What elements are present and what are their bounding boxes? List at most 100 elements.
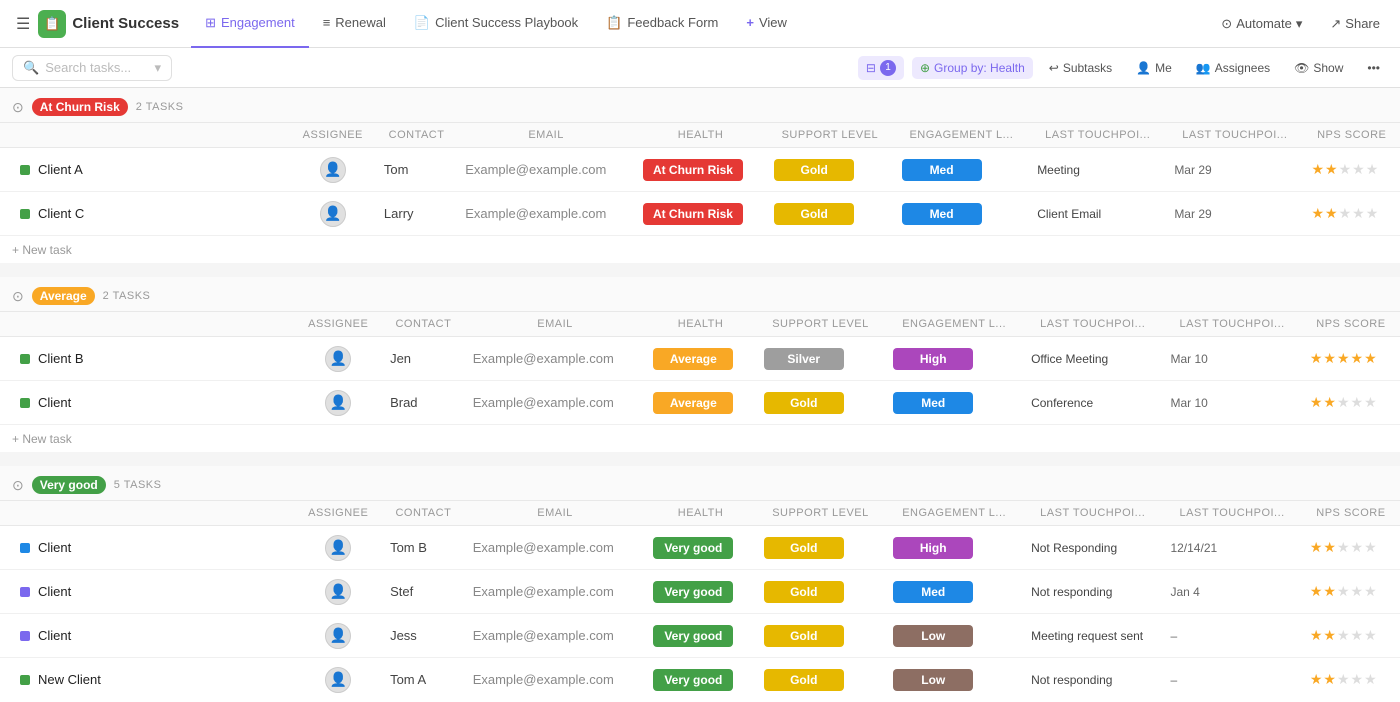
col-header: HEALTH: [635, 123, 766, 148]
filter-button[interactable]: ⊟ 1: [858, 56, 904, 80]
avatar: 👤: [320, 157, 346, 183]
new-task-button[interactable]: + New task: [12, 243, 72, 257]
col-header: EMAIL: [457, 123, 635, 148]
contact-cell: Stef: [382, 570, 465, 614]
section-task-count: 2 TASKS: [103, 290, 151, 302]
section-table-churn: ASSIGNEECONTACTEMAILHEALTHSUPPORT LEVELE…: [0, 123, 1400, 263]
star-filled: ★: [1311, 161, 1324, 178]
tab-engagement[interactable]: ⊞ Engagement: [191, 0, 309, 48]
collapse-icon[interactable]: ⊙: [12, 477, 24, 494]
star-empty: ★: [1351, 671, 1364, 688]
subtasks-icon: ↩: [1049, 61, 1059, 75]
star-empty: ★: [1351, 394, 1364, 411]
nps-cell: ★★★★★: [1302, 614, 1400, 658]
me-button[interactable]: 👤 Me: [1128, 57, 1180, 79]
contact-cell: Brad: [382, 381, 465, 425]
search-box[interactable]: 🔍 Search tasks... ▾: [12, 55, 172, 81]
contact-cell: Jess: [382, 614, 465, 658]
group-by-button[interactable]: ⊕ Group by: Health: [912, 57, 1033, 79]
section-task-count: 2 TASKS: [136, 101, 184, 113]
engagement-cell: Med: [894, 192, 1030, 236]
task-name: Client A: [38, 162, 83, 177]
support-cell: Gold: [766, 148, 893, 192]
collapse-icon[interactable]: ⊙: [12, 288, 24, 305]
support-cell: Gold: [766, 192, 893, 236]
share-button[interactable]: ↗ Share: [1322, 12, 1388, 36]
new-task-button[interactable]: + New task: [12, 432, 72, 446]
col-header: NPS SCORE: [1303, 123, 1400, 148]
health-cell: At Churn Risk: [635, 148, 766, 192]
section-table-verygood: ASSIGNEECONTACTEMAILHEALTHSUPPORT LEVELE…: [0, 501, 1400, 700]
col-header: EMAIL: [465, 312, 646, 337]
table-row[interactable]: Client A 👤 Tom Example@example.com At Ch…: [0, 148, 1400, 192]
star-empty: ★: [1339, 205, 1352, 222]
contact-cell: Tom A: [382, 658, 465, 701]
task-dot: [20, 165, 30, 175]
tab-renewal[interactable]: ≡ Renewal: [309, 0, 400, 48]
assignee-cell: 👤: [290, 148, 376, 192]
engagement-pill: High: [893, 537, 973, 559]
section-header-verygood: ⊙ Very good 5 TASKS: [0, 466, 1400, 501]
avatar-icon: 👤: [330, 350, 347, 367]
avatar: 👤: [325, 667, 351, 693]
star-filled: ★: [1310, 671, 1323, 688]
contact-cell: Jen: [382, 337, 465, 381]
star-filled: ★: [1323, 539, 1336, 556]
table-row[interactable]: Client C 👤 Larry Example@example.com At …: [0, 192, 1400, 236]
assignees-button[interactable]: 👥 Assignees: [1188, 57, 1278, 79]
tab-feedback[interactable]: 📋 Feedback Form: [592, 0, 732, 48]
feedback-icon: 📋: [606, 15, 622, 31]
col-header: NPS SCORE: [1302, 312, 1400, 337]
section-task-count: 5 TASKS: [114, 479, 162, 491]
star-empty: ★: [1352, 161, 1365, 178]
col-header: LAST TOUCHPOI...: [1166, 123, 1303, 148]
date-cell: Mar 10: [1162, 337, 1301, 381]
assignee-cell: 👤: [294, 381, 382, 425]
tab-playbook[interactable]: 📄 Client Success Playbook: [400, 0, 592, 48]
task-dot: [20, 354, 30, 364]
section-badge: Very good: [32, 476, 106, 494]
task-dot: [20, 209, 30, 219]
star-filled: ★: [1311, 205, 1324, 222]
table-row[interactable]: Client 👤 Brad Example@example.com Averag…: [0, 381, 1400, 425]
col-header: LAST TOUCHPOI...: [1023, 501, 1162, 526]
table-row[interactable]: Client B 👤 Jen Example@example.com Avera…: [0, 337, 1400, 381]
touchpoint-cell: Meeting request sent: [1023, 614, 1162, 658]
plus-icon: +: [746, 15, 754, 30]
engagement-cell: Med: [885, 570, 1023, 614]
star-empty: ★: [1337, 539, 1350, 556]
nps-cell: ★★★★★: [1303, 148, 1400, 192]
health-pill: Average: [653, 348, 733, 370]
table-row[interactable]: New Client 👤 Tom A Example@example.com V…: [0, 658, 1400, 701]
support-cell: Gold: [756, 381, 885, 425]
tab-view[interactable]: + View: [732, 0, 801, 48]
table-row[interactable]: Client 👤 Jess Example@example.com Very g…: [0, 614, 1400, 658]
more-button[interactable]: •••: [1359, 57, 1388, 79]
more-icon: •••: [1367, 61, 1380, 75]
section-badge: Average: [32, 287, 95, 305]
engagement-pill: High: [893, 348, 973, 370]
table-row[interactable]: Client 👤 Tom B Example@example.com Very …: [0, 526, 1400, 570]
engagement-cell: High: [885, 526, 1023, 570]
task-name: Client: [38, 584, 71, 599]
engagement-pill: Med: [893, 392, 973, 414]
table-row[interactable]: Client 👤 Stef Example@example.com Very g…: [0, 570, 1400, 614]
star-empty: ★: [1337, 394, 1350, 411]
star-empty: ★: [1337, 583, 1350, 600]
avatar-icon: 👤: [324, 205, 341, 222]
subtasks-button[interactable]: ↩ Subtasks: [1041, 57, 1120, 79]
collapse-icon[interactable]: ⊙: [12, 99, 24, 116]
email-cell: Example@example.com: [465, 614, 646, 658]
avatar: 👤: [325, 390, 351, 416]
show-button[interactable]: 👁 Show: [1286, 57, 1351, 79]
task-dot: [20, 543, 30, 553]
menu-icon[interactable]: ☰: [12, 10, 34, 38]
avatar-icon: 👤: [330, 627, 347, 644]
new-task-row: + New task: [0, 236, 1400, 264]
nps-stars: ★★★★★: [1310, 394, 1392, 411]
star-empty: ★: [1364, 394, 1377, 411]
engagement-pill: Med: [902, 159, 982, 181]
nps-stars: ★★★★★: [1310, 539, 1392, 556]
nps-cell: ★★★★★: [1302, 658, 1400, 701]
automate-button[interactable]: ⊙ Automate ▾: [1213, 12, 1310, 36]
